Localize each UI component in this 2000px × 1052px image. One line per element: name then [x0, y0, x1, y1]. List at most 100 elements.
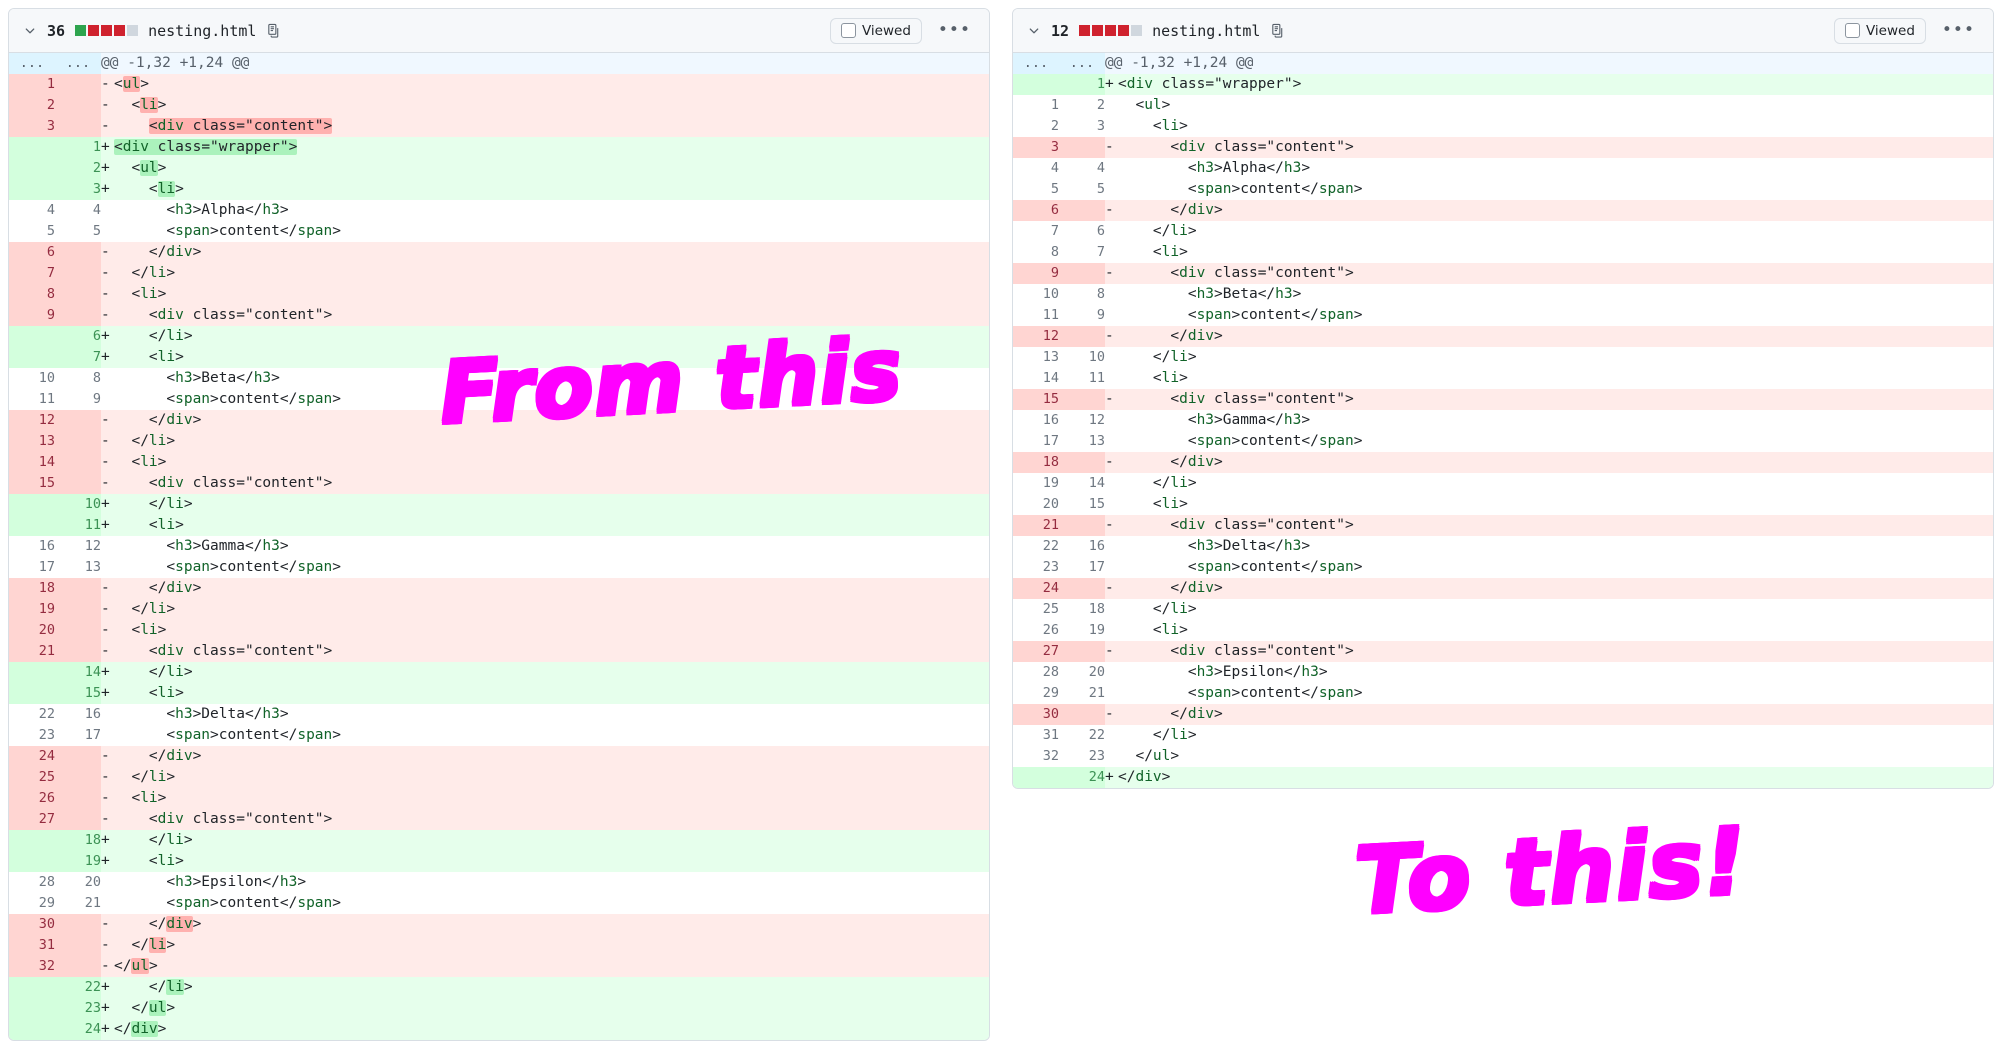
line-number-old: 12: [1013, 326, 1059, 347]
diff-row[interactable]: 13 - </li>: [9, 431, 989, 452]
diff-row[interactable]: 23 17 <span>content</span>: [9, 725, 989, 746]
diff-row[interactable]: 8 - <li>: [9, 284, 989, 305]
diff-row[interactable]: 21 - <div class="content">: [9, 641, 989, 662]
diff-row[interactable]: 15 + <li>: [9, 683, 989, 704]
hunk-header-row[interactable]: ...... @@ -1,32 +1,24 @@: [9, 53, 989, 74]
hunk-header-row[interactable]: ...... @@ -1,32 +1,24 @@: [1013, 53, 1993, 74]
diff-row[interactable]: 26 19 <li>: [1013, 620, 1993, 641]
viewed-checkbox-box-left[interactable]: [840, 23, 856, 38]
filename-left[interactable]: nesting.html: [148, 22, 256, 40]
diff-row[interactable]: 28 20 <h3>Epsilon</h3>: [1013, 662, 1993, 683]
diff-row[interactable]: 7 - </li>: [9, 263, 989, 284]
diff-row[interactable]: 11 9 <span>content</span>: [1013, 305, 1993, 326]
diff-row[interactable]: 20 - <li>: [9, 620, 989, 641]
diff-row[interactable]: 18 + </li>: [9, 830, 989, 851]
diff-body-left: ...... @@ -1,32 +1,24 @@ 1- <ul> 2- <li> 3- <…: [9, 53, 989, 1040]
diff-row[interactable]: 22 + </li>: [9, 977, 989, 998]
diff-row[interactable]: 30 - </div>: [9, 914, 989, 935]
diff-row[interactable]: 26 - <li>: [9, 788, 989, 809]
file-options-kebab-left[interactable]: •••: [932, 20, 977, 41]
hunk-expand-new[interactable]: ...: [1059, 53, 1105, 74]
diff-row[interactable]: 6 - </div>: [1013, 200, 1993, 221]
copy-path-icon[interactable]: [264, 22, 282, 40]
diff-row[interactable]: 76 </li>: [1013, 221, 1993, 242]
chevron-down-icon[interactable]: [21, 22, 39, 40]
diff-row[interactable]: 44 <h3>Alpha</h3>: [9, 200, 989, 221]
diff-row[interactable]: 29 21 <span>content</span>: [9, 893, 989, 914]
diff-row[interactable]: 6 + </li>: [9, 326, 989, 347]
diff-row[interactable]: 15 - <div class="content">: [1013, 389, 1993, 410]
file-options-kebab-right[interactable]: •••: [1936, 20, 1981, 41]
diff-row[interactable]: 9 - <div class="content">: [1013, 263, 1993, 284]
diff-row[interactable]: 24 + </div>: [9, 1019, 989, 1040]
hunk-expand-old[interactable]: ...: [1013, 53, 1059, 74]
hunk-expand-old[interactable]: ...: [9, 53, 55, 74]
diff-row[interactable]: 31 - </li>: [9, 935, 989, 956]
diff-row[interactable]: 11 + <li>: [9, 515, 989, 536]
diff-row[interactable]: 87 <li>: [1013, 242, 1993, 263]
diff-row[interactable]: 16 12 <h3>Gamma</h3>: [1013, 410, 1993, 431]
diff-row[interactable]: 29 21 <span>content</span>: [1013, 683, 1993, 704]
diff-row[interactable]: 25 18 </li>: [1013, 599, 1993, 620]
diff-row[interactable]: 1 + <div class="wrapper">: [9, 137, 989, 158]
diff-row[interactable]: 18 - </div>: [1013, 452, 1993, 473]
diff-row[interactable]: 19 + <li>: [9, 851, 989, 872]
diff-row[interactable]: 17 13 <span>content</span>: [1013, 431, 1993, 452]
diff-row[interactable]: 1 + <div class="wrapper">: [1013, 74, 1993, 95]
diff-row[interactable]: 19 14 </li>: [1013, 473, 1993, 494]
diff-row[interactable]: 24 - </div>: [1013, 578, 1993, 599]
diff-row[interactable]: 14 + </li>: [9, 662, 989, 683]
chevron-down-icon[interactable]: [1025, 22, 1043, 40]
diff-row[interactable]: 25 - </li>: [9, 767, 989, 788]
hunk-expand-new[interactable]: ...: [55, 53, 101, 74]
filename-right[interactable]: nesting.html: [1152, 22, 1260, 40]
diff-row[interactable]: 14 - <li>: [9, 452, 989, 473]
diff-row[interactable]: 10 8 <h3>Beta</h3>: [1013, 284, 1993, 305]
diff-row[interactable]: 12 - </div>: [9, 410, 989, 431]
diff-row[interactable]: 55 <span>content</span>: [1013, 179, 1993, 200]
diff-row[interactable]: 10 8 <h3>Beta</h3>: [9, 368, 989, 389]
diff-row[interactable]: 28 20 <h3>Epsilon</h3>: [9, 872, 989, 893]
viewed-checkbox-right[interactable]: Viewed: [1833, 17, 1926, 44]
diff-row[interactable]: 17 13 <span>content</span>: [9, 557, 989, 578]
diff-row[interactable]: 22 16 <h3>Delta</h3>: [1013, 536, 1993, 557]
diff-row[interactable]: 11 9 <span>content</span>: [9, 389, 989, 410]
diff-row[interactable]: 24 - </div>: [9, 746, 989, 767]
diff-row[interactable]: 27 - <div class="content">: [1013, 641, 1993, 662]
diff-row[interactable]: 20 15 <li>: [1013, 494, 1993, 515]
diff-row[interactable]: 22 16 <h3>Delta</h3>: [9, 704, 989, 725]
diff-row[interactable]: 44 <h3>Alpha</h3>: [1013, 158, 1993, 179]
diff-row[interactable]: 3 - <div class="content">: [1013, 137, 1993, 158]
diff-row[interactable]: 13 10 </li>: [1013, 347, 1993, 368]
diff-row[interactable]: 24 + </div>: [1013, 767, 1993, 788]
copy-path-icon[interactable]: [1268, 22, 1286, 40]
diff-row[interactable]: 10 + </li>: [9, 494, 989, 515]
diff-row[interactable]: 7 + <li>: [9, 347, 989, 368]
diff-row[interactable]: 23 <li>: [1013, 116, 1993, 137]
diff-row[interactable]: 23 17 <span>content</span>: [1013, 557, 1993, 578]
diff-row[interactable]: 16 12 <h3>Gamma</h3>: [9, 536, 989, 557]
diff-row[interactable]: 27 - <div class="content">: [9, 809, 989, 830]
diff-row[interactable]: 19 - </li>: [9, 599, 989, 620]
diff-row[interactable]: 55 <span>content</span>: [9, 221, 989, 242]
diff-row[interactable]: 1 - <ul>: [9, 74, 989, 95]
diff-row[interactable]: 31 22 </li>: [1013, 725, 1993, 746]
diff-row[interactable]: 23 + </ul>: [9, 998, 989, 1019]
diff-row[interactable]: 9 - <div class="content">: [9, 305, 989, 326]
diff-row[interactable]: 30 - </div>: [1013, 704, 1993, 725]
diff-row[interactable]: 3 + <li>: [9, 179, 989, 200]
diff-row[interactable]: 32 23 </ul>: [1013, 746, 1993, 767]
diff-row[interactable]: 12 <ul>: [1013, 95, 1993, 116]
diff-row[interactable]: 15 - <div class="content">: [9, 473, 989, 494]
diff-row[interactable]: 2 + <ul>: [9, 158, 989, 179]
diff-row[interactable]: 18 - </div>: [9, 578, 989, 599]
diff-row[interactable]: 12 - </div>: [1013, 326, 1993, 347]
diff-row[interactable]: 32 - </ul>: [9, 956, 989, 977]
diff-row[interactable]: 14 11 <li>: [1013, 368, 1993, 389]
viewed-checkbox-box-right[interactable]: [1844, 23, 1860, 38]
diff-row[interactable]: 6 - </div>: [9, 242, 989, 263]
diff-row[interactable]: 21 - <div class="content">: [1013, 515, 1993, 536]
viewed-checkbox-left[interactable]: Viewed: [829, 17, 922, 44]
diff-row[interactable]: 3 - <div class="content">: [9, 116, 989, 137]
diff-row[interactable]: 2 - <li>: [9, 95, 989, 116]
